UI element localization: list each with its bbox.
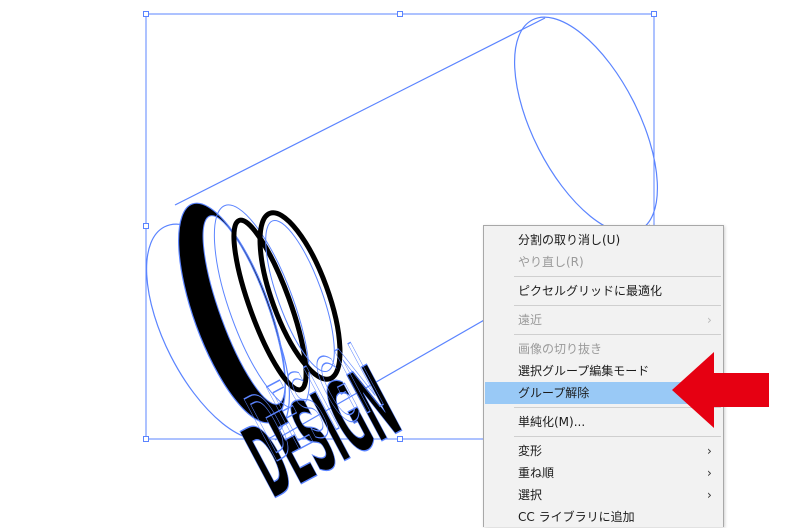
- menu-item-transform[interactable]: 変形 ›: [485, 440, 722, 462]
- menu-item-align-pixel-grid[interactable]: ピクセルグリッドに最適化: [485, 280, 722, 302]
- menu-item-redo[interactable]: やり直し(R): [485, 251, 722, 273]
- chevron-right-icon: ›: [707, 313, 712, 327]
- menu-item-label: グループ解除: [518, 386, 590, 400]
- menu-item-label: 単純化(M)...: [518, 415, 586, 429]
- menu-separator: [514, 436, 721, 437]
- menu-item-add-to-cc-library[interactable]: CC ライブラリに追加: [485, 506, 722, 528]
- menu-item-label: やり直し(R): [518, 255, 584, 269]
- menu-item-perspective[interactable]: 遠近 ›: [485, 309, 722, 331]
- menu-item-arrange[interactable]: 重ね順 ›: [485, 462, 722, 484]
- menu-item-label: 選択グループ編集モード: [518, 364, 650, 378]
- chevron-right-icon: ›: [707, 466, 712, 480]
- menu-item-label: 画像の切り抜き: [518, 342, 603, 356]
- chevron-right-icon: ›: [707, 488, 712, 502]
- menu-item-label: 遠近: [518, 313, 543, 327]
- menu-item-label: ピクセルグリッドに最適化: [518, 284, 663, 298]
- menu-item-label: CC ライブラリに追加: [518, 510, 635, 524]
- menu-item-label: 変形: [518, 444, 543, 458]
- menu-separator: [514, 334, 721, 335]
- chevron-right-icon: ›: [707, 444, 712, 458]
- menu-item-undo-split[interactable]: 分割の取り消し(U): [485, 229, 722, 251]
- pointer-arrow-icon: [672, 352, 769, 428]
- menu-item-label: 重ね順: [518, 466, 555, 480]
- menu-item-label: 選択: [518, 488, 543, 502]
- menu-item-select[interactable]: 選択 ›: [485, 484, 722, 506]
- menu-separator: [514, 276, 721, 277]
- menu-item-label: 分割の取り消し(U): [518, 233, 621, 247]
- menu-separator: [514, 305, 721, 306]
